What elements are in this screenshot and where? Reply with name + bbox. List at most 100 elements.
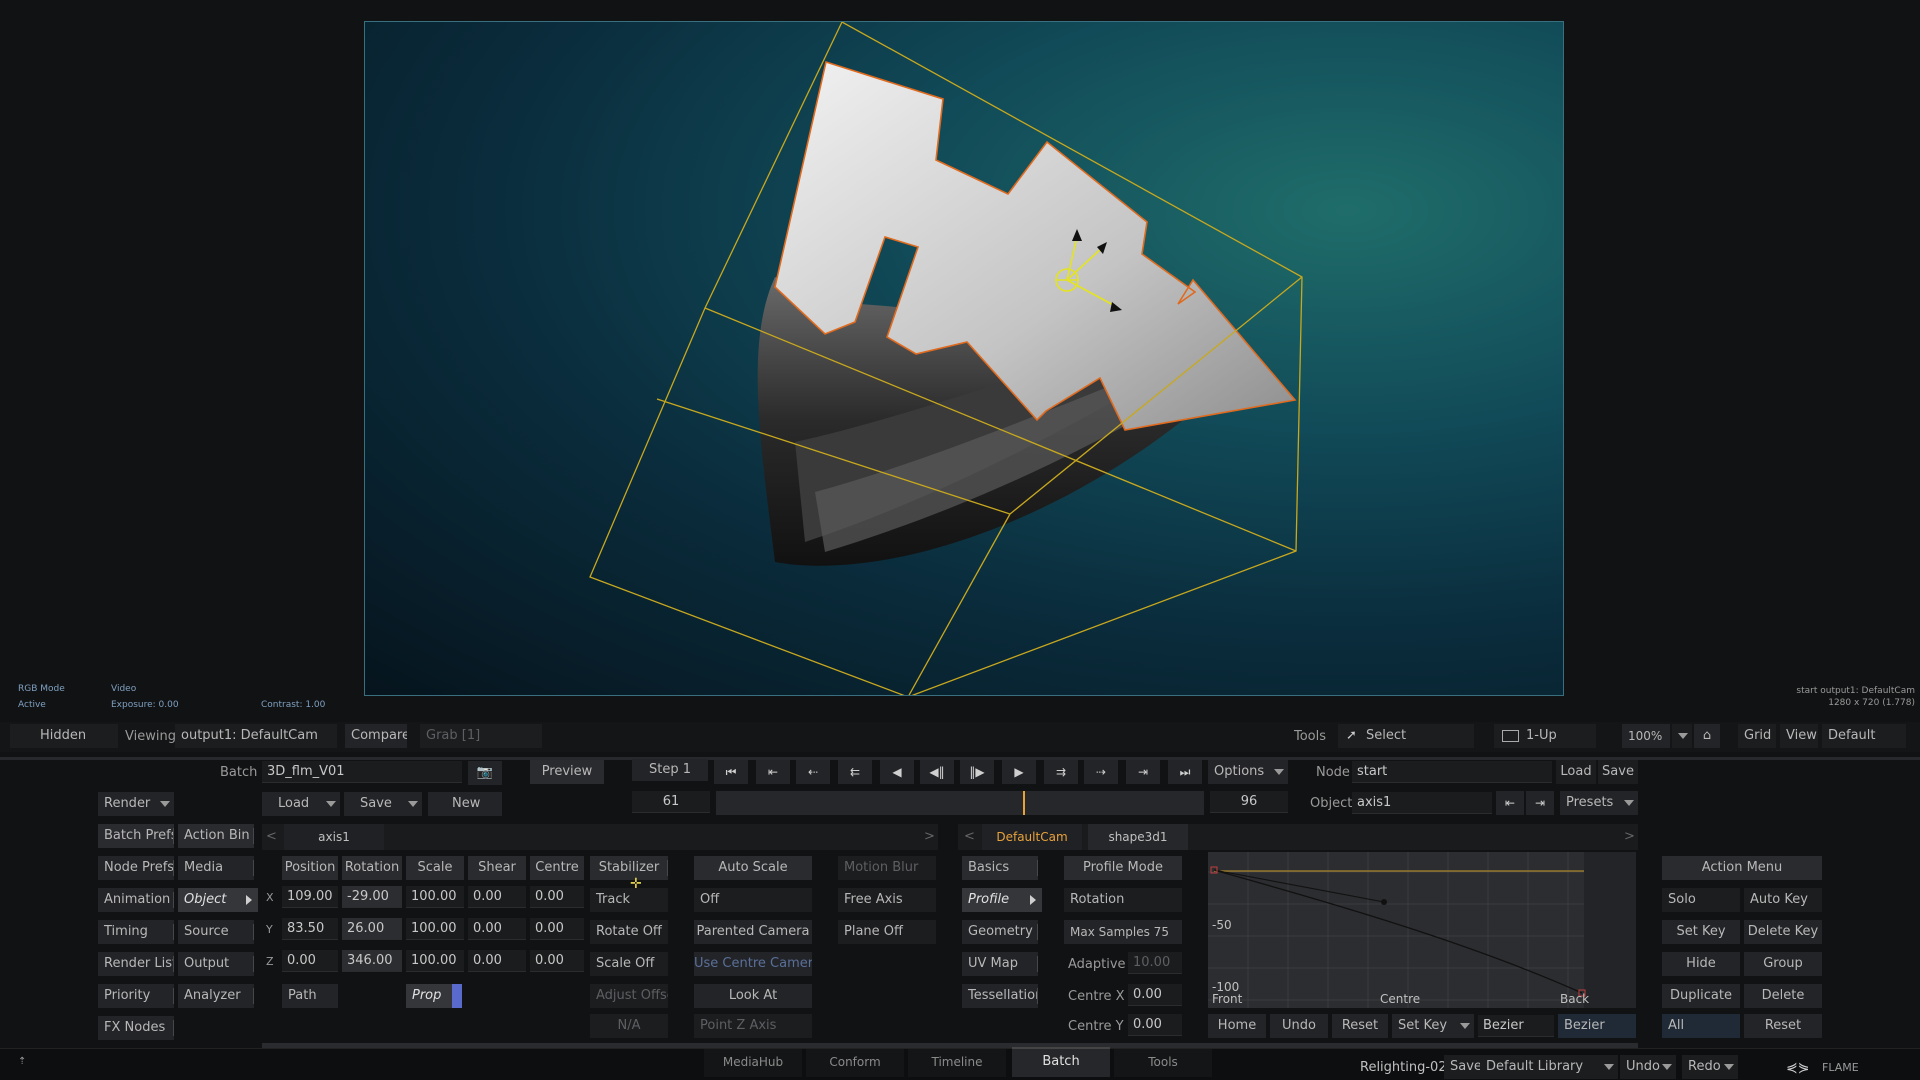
next-object-button[interactable]: ⇥ [1526,791,1554,815]
position-z-field[interactable]: 0.00 [282,950,338,972]
max-samples-field[interactable]: Max Samples 75 [1064,920,1182,944]
preview-button[interactable]: Preview [530,760,604,784]
scale-z-field[interactable]: 100.00 [406,950,464,972]
prop-button[interactable]: Prop [406,984,454,1008]
play-button[interactable]: ▶ [1002,760,1036,784]
step-forward-button[interactable]: ‖▶ [960,760,994,784]
basics-button[interactable]: Basics [962,856,1038,880]
tab-batch[interactable]: Batch [1012,1047,1110,1077]
centre-header[interactable]: Centre [530,856,584,880]
next-mark-button[interactable]: ⇉ [1044,760,1078,784]
output-button[interactable]: Output [178,952,254,976]
node-field[interactable]: start [1352,761,1552,783]
viewing-select[interactable]: output1: DefaultCam [175,724,337,748]
timing-button[interactable]: Timing [98,920,174,944]
curve-home-button[interactable]: Home [1208,1014,1266,1038]
centre-x-field[interactable]: 0.00 [530,886,584,908]
rotate-off-button[interactable]: Rotate Off [590,920,668,944]
prev-key-button[interactable]: ⇤ [756,760,790,784]
centre-x-shape-field[interactable]: 0.00 [1128,984,1182,1006]
render-button[interactable]: Render [98,792,174,816]
prev-object-button[interactable]: ⇤ [1496,791,1524,815]
options-dropdown[interactable]: Options [1208,760,1288,784]
group-button[interactable]: Group [1744,952,1822,976]
object-field[interactable]: axis1 [1352,792,1492,814]
step-back-button[interactable]: ◀‖ [920,760,954,784]
duplicate-button[interactable]: Duplicate [1662,984,1740,1008]
zoom-select[interactable]: 100% [1622,724,1670,748]
batch-prefs-button[interactable]: Batch Prefs [98,824,174,848]
analyzer-button[interactable]: Analyzer [178,984,254,1008]
rotation-header[interactable]: Rotation [342,856,402,880]
default-button[interactable]: Default [1822,724,1906,748]
parented-camera-button[interactable]: Parented Camera [694,920,812,944]
tab-conform[interactable]: Conform [806,1049,904,1077]
next-range-button[interactable]: ⇢ [1084,760,1118,784]
shape-tab-scroll-left[interactable]: < [964,829,975,844]
position-y-field[interactable]: 83.50 [282,918,338,940]
centre-z-field[interactable]: 0.00 [530,950,584,972]
grab-button[interactable]: Grab [1] [420,724,542,748]
action-menu-button[interactable]: Action Menu [1662,856,1822,880]
action-bin-button[interactable]: Action Bin [178,824,254,848]
next-key-button[interactable]: ⇥ [1126,760,1160,784]
auto-scale-button[interactable]: Auto Scale [694,856,812,880]
camera-off-button[interactable]: Off [694,888,812,912]
shape-tab-scroll-right[interactable]: > [1624,829,1635,844]
node-load-button[interactable]: Load [1556,760,1596,784]
footer-save-button[interactable]: Save [1444,1055,1484,1079]
uv-map-button[interactable]: UV Map [962,952,1038,976]
batch-name-field[interactable]: 3D_flm_V01 [262,761,462,783]
shear-x-field[interactable]: 0.00 [468,886,526,908]
playhead[interactable] [1023,791,1026,815]
viewport[interactable] [364,21,1564,696]
geometry-button[interactable]: Geometry [962,920,1038,944]
scale-off-button[interactable]: Scale Off [590,952,668,976]
footer-redo-button[interactable]: Redo [1682,1055,1738,1079]
all-button[interactable]: All [1662,1014,1740,1038]
curve-bezier-button[interactable]: Bezier [1558,1014,1636,1038]
compare-button[interactable]: Compare [345,724,407,748]
hidden-button[interactable]: Hidden [10,724,118,748]
motion-blur-button[interactable]: Motion Blur [838,856,936,880]
track-button[interactable]: Track [590,888,668,912]
shear-z-field[interactable]: 0.00 [468,950,526,972]
animation-button[interactable]: Animation [98,888,174,912]
goto-end-button[interactable]: ⏭ [1168,760,1202,784]
shear-y-field[interactable]: 0.00 [468,918,526,940]
free-axis-button[interactable]: Free Axis [838,888,936,912]
load-button[interactable]: Load [262,792,340,816]
adaptive-field[interactable]: 10.00 [1128,952,1182,974]
rotation-y-field[interactable]: 26.00 [342,918,402,940]
reverse-play-button[interactable]: ◀ [880,760,914,784]
auto-key-button[interactable]: Auto Key [1744,888,1822,912]
profile-button[interactable]: Profile [962,888,1042,912]
layout-button[interactable]: 1-Up [1494,724,1596,748]
node-prefs-button[interactable]: Node Prefs [98,856,174,880]
save-batch-button[interactable]: Save [344,792,422,816]
zoom-dropdown[interactable] [1672,724,1692,748]
hide-button[interactable]: Hide [1662,952,1740,976]
shear-header[interactable]: Shear [468,856,526,880]
path-button[interactable]: Path [282,984,338,1008]
tab-timeline[interactable]: Timeline [908,1049,1006,1077]
centre-y-shape-field[interactable]: 0.00 [1128,1014,1182,1036]
grid-button[interactable]: Grid [1738,724,1776,748]
point-z-axis-button[interactable]: Point Z Axis [694,1014,812,1038]
select-tool-button[interactable]: ➚ Select [1338,724,1474,748]
media-button[interactable]: Media [178,856,254,880]
tab-scroll-right[interactable]: > [924,829,935,844]
object-menu-button[interactable]: Object [178,888,258,912]
prev-range-button[interactable]: ⇠ [796,760,830,784]
footer-undo-button[interactable]: Undo [1620,1055,1676,1079]
scale-x-field[interactable]: 100.00 [406,886,464,908]
timeline-scrubber[interactable] [716,791,1204,815]
step-button[interactable]: Step 1 [632,759,708,781]
presets-dropdown[interactable]: Presets [1560,791,1638,815]
tab-scroll-left[interactable]: < [266,829,277,844]
fx-nodes-button[interactable]: FX Nodes [98,1016,174,1040]
scale-y-field[interactable]: 100.00 [406,918,464,940]
goto-start-button[interactable]: ⏮ [714,760,748,784]
render-list-button[interactable]: Render List [98,952,174,976]
curve-set-key-button[interactable]: Set Key [1392,1014,1474,1038]
